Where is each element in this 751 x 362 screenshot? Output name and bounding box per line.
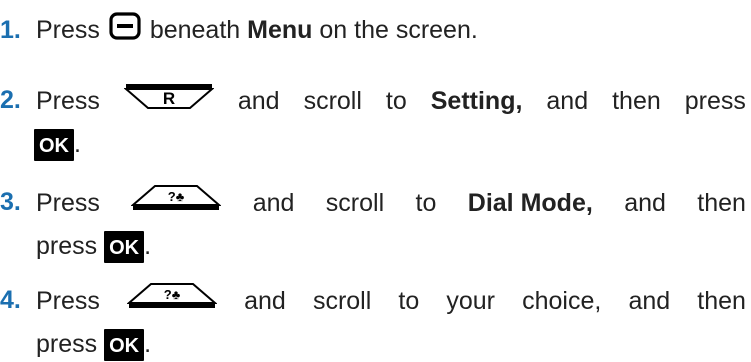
step-text: Press ?♣ and scroll to Dial Mode, and th… [36,184,746,222]
word: scroll [312,287,372,315]
word: press [36,330,98,358]
word: Press [36,189,100,217]
word: choice, [522,287,602,315]
step-text: press OK. [36,228,151,264]
phonebook-key-label: ?♣ [164,287,181,302]
dial-mode-label: Dial Mode, [467,189,593,217]
menu-label: Menu [247,16,313,44]
word: your [446,287,496,315]
ok-button-icon: OK [104,329,145,362]
word: scroll [303,87,362,115]
word: then [612,87,661,115]
word: and [237,87,280,115]
word: and [624,189,666,217]
phonebook-key-icon: ?♣ [126,282,218,320]
word: on the screen. [319,16,478,44]
step-number: 2. [0,86,21,114]
step-number: 3. [0,188,21,216]
word: . [74,130,81,158]
redial-key-icon: R [123,82,215,120]
word: and [546,87,589,115]
step-text: Press R and scroll to Setting, and then … [36,82,746,120]
word: . [144,330,152,358]
word: Press [36,87,100,115]
word: to [415,189,437,217]
ok-button-icon: OK [104,231,145,264]
word: press [684,87,746,115]
word: to [398,287,420,315]
word: Press [36,16,100,44]
word: and [252,189,295,217]
word: beneath [149,16,241,44]
word: press [36,232,98,260]
word: to [385,87,407,115]
setting-label: Setting, [430,87,523,115]
step-text: OK. [34,126,81,162]
step-number: 4. [0,286,21,314]
ok-button-icon: OK [34,129,74,162]
redial-key-label: R [163,89,175,108]
step-text: press OK. [36,326,151,362]
phonebook-key-label: ?♣ [168,189,185,204]
step-number: 1. [0,16,21,44]
word: and [244,287,286,315]
word: then [697,189,746,217]
word: . [144,232,152,260]
step-text: Press ?♣ and scroll to your choice, and … [36,282,746,320]
phonebook-key-icon: ?♣ [130,184,222,222]
menu-softkey-icon [109,12,141,50]
step-text: Press beneath Menu on the screen. [36,12,478,50]
word: Press [36,287,100,315]
word: then [697,287,746,315]
word: scroll [325,189,385,217]
word: and [628,287,671,315]
